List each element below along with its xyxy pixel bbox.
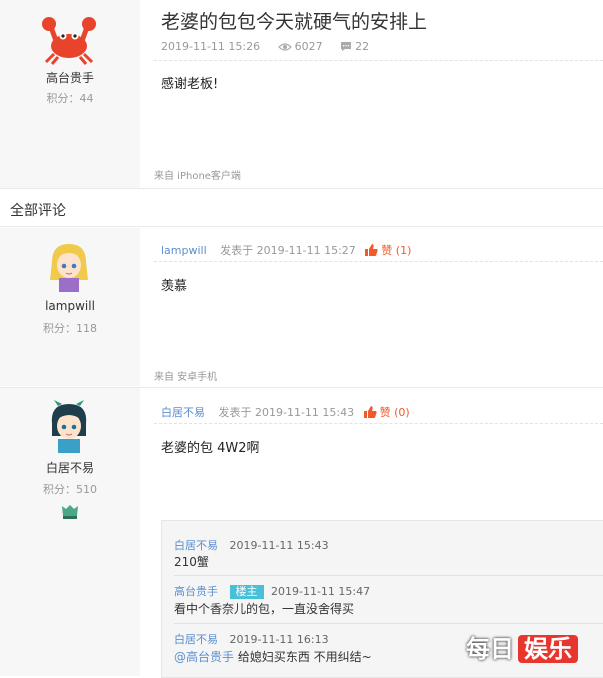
comment-source: 来自 安卓手机 [154,372,218,383]
divider [154,261,603,262]
reply-text: 看中个香奈儿的包，一直没舍得买 [174,602,355,616]
reply-text: @高台贵手 给媳妇买东西 不用纠结~ [174,648,372,665]
op-badge: 楼主 [229,585,264,599]
watermark-text: 每日 [466,635,514,663]
anime-dark-avatar[interactable] [40,400,98,454]
author-name[interactable]: 高台贵手 [0,69,140,86]
like-label: 赞 [379,406,391,419]
author-score: 积分：510 [43,483,97,496]
post-date: 2019-11-11 15:26 [161,40,261,53]
comment-date: 发表于 2019-11-11 15:27 [220,244,356,257]
thumbs-up-icon [365,244,378,259]
comment-author-link[interactable]: lampwill [161,244,207,257]
reply-text-body: 给媳妇买东西 不用纠结~ [234,650,372,664]
reply-text: 210蟹 [174,555,209,569]
reply-author-link[interactable]: 白居不易 [174,633,218,646]
author-name[interactable]: lampwill [0,299,140,313]
author-panel: lampwill 积分：118 [0,228,140,386]
author-score: 积分：118 [43,322,97,335]
mention-link[interactable]: @高台贵手 [174,650,234,664]
comment-date: 发表于 2019-11-11 15:43 [218,406,355,419]
divider [154,60,603,61]
author-panel: 白居不易 积分：510 [0,388,140,676]
like-count: (0) [394,406,410,419]
reply-time: 2019-11-11 16:13 [229,633,329,646]
like-button[interactable]: 赞 (0) [363,406,410,421]
author-panel: 高台贵手 积分：44 [0,0,140,188]
divider [174,575,603,576]
like-label: 赞 [381,244,393,257]
reply-author-link[interactable]: 高台贵手 [174,585,218,598]
author-name[interactable]: 白居不易 [0,459,140,476]
watermark-text: 娱乐 [518,635,578,663]
reply-meta: 白居不易 2019-11-11 16:13 [174,631,329,647]
divider [154,423,603,424]
eye-icon [277,42,292,55]
post-title: 老婆的包包今天就硬气的安排上 [161,11,428,33]
post-meta: 2019-11-11 15:26 6027 22 [161,40,369,55]
post-content: 感谢老板! [161,77,219,92]
thumbs-up-icon [363,406,377,421]
reply-time: 2019-11-11 15:43 [229,539,329,552]
like-count: (1) [395,244,412,257]
section-title: 全部评论 [10,203,66,219]
reply-author-link[interactable]: 白居不易 [174,539,218,552]
comment-meta: lampwill 发表于 2019-11-11 15:27 赞 (1) [161,242,411,259]
comment-content: 羡慕 [161,279,188,294]
divider [0,188,603,189]
comment-icon [340,41,352,55]
reply-meta: 白居不易 2019-11-11 15:43 [174,537,329,553]
divider [174,623,603,624]
post-source: 来自 iPhone客户端 [154,171,241,182]
watermark-logo: 每日 娱乐 [466,629,578,664]
like-button[interactable]: 赞 (1) [365,244,411,257]
comment-count: 22 [355,40,370,53]
crab-avatar[interactable] [40,12,98,66]
main-post: 高台贵手 积分：44 老婆的包包今天就硬气的安排上 2019-11-11 15:… [0,0,603,188]
view-count: 6027 [294,40,323,53]
anime-blonde-avatar[interactable] [40,240,98,294]
comment: lampwill 积分：118 lampwill 发表于 2019-11-11 … [0,228,603,386]
author-score: 积分：44 [46,92,94,105]
level-badge-icon [60,504,80,524]
divider [0,226,603,227]
comment-author-link[interactable]: 白居不易 [161,406,205,419]
reply-time: 2019-11-11 15:47 [271,585,371,598]
comment-content: 老婆的包 4W2啊 [161,441,260,456]
reply-meta: 高台贵手 楼主 2019-11-11 15:47 [174,583,370,599]
comment-meta: 白居不易 发表于 2019-11-11 15:43 赞 (0) [161,404,410,421]
